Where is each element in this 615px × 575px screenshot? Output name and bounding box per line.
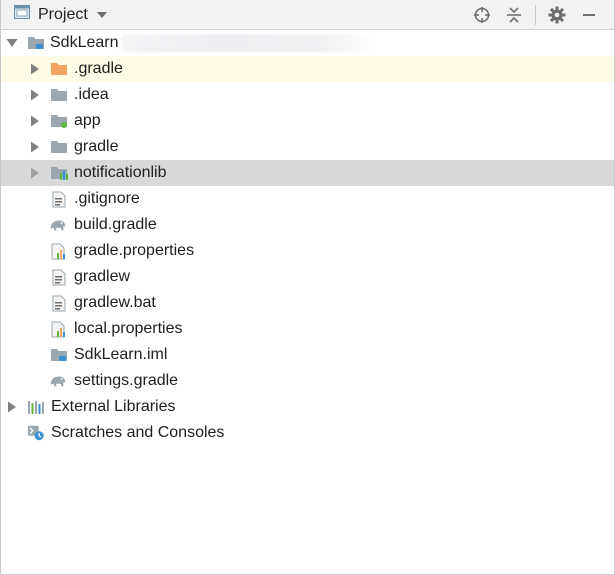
expand-down-icon[interactable] bbox=[6, 37, 18, 49]
expand-right-icon[interactable] bbox=[29, 167, 41, 179]
project-toolbar: Project bbox=[1, 0, 614, 30]
project-tool-window: Project SdkLearn .gradle .idea app gradl… bbox=[0, 0, 615, 575]
view-selector[interactable]: Project bbox=[14, 0, 108, 29]
properties-file-icon bbox=[50, 242, 68, 260]
tree-label: gradle.properties bbox=[74, 242, 195, 259]
gradle-elephant-icon bbox=[49, 216, 67, 234]
tree-label-root: SdkLearn bbox=[50, 34, 119, 51]
tree-label: .gitignore bbox=[74, 190, 140, 207]
folder-icon bbox=[50, 138, 68, 156]
gear-icon[interactable] bbox=[546, 4, 568, 26]
tree-row-sdklearn-iml[interactable]: SdkLearn.iml bbox=[1, 342, 614, 368]
tree-row-app[interactable]: app bbox=[1, 108, 614, 134]
tree-row-gradle-properties[interactable]: gradle.properties bbox=[1, 238, 614, 264]
tree-label: Scratches and Consoles bbox=[51, 424, 225, 441]
project-tree: SdkLearn .gradle .idea app gradle notifi… bbox=[1, 30, 614, 446]
tree-row-build-gradle[interactable]: build.gradle bbox=[1, 212, 614, 238]
tree-row-gradlew[interactable]: gradlew bbox=[1, 264, 614, 290]
collapse-all-icon[interactable] bbox=[503, 4, 525, 26]
tree-row-gradlew-bat[interactable]: gradlew.bat bbox=[1, 290, 614, 316]
tree-row-notificationlib[interactable]: notificationlib bbox=[1, 160, 614, 186]
tree-label: .idea bbox=[74, 86, 109, 103]
folder-orange-icon bbox=[50, 60, 68, 78]
tree-row-scratches[interactable]: Scratches and Consoles bbox=[1, 420, 614, 446]
tree-row-gitignore[interactable]: .gitignore bbox=[1, 186, 614, 212]
tree-row-local-properties[interactable]: local.properties bbox=[1, 316, 614, 342]
folder-icon bbox=[50, 86, 68, 104]
text-file-icon bbox=[50, 190, 68, 208]
project-folder-icon bbox=[27, 34, 45, 52]
tree-label: External Libraries bbox=[51, 398, 176, 415]
module-folder-icon bbox=[50, 112, 68, 130]
tree-label: gradle bbox=[74, 138, 119, 155]
expand-right-icon[interactable] bbox=[6, 401, 18, 413]
redacted-path bbox=[121, 34, 373, 52]
tree-label: .gradle bbox=[74, 60, 123, 77]
tree-row-external-libraries[interactable]: External Libraries bbox=[1, 394, 614, 420]
tree-label: gradlew.bat bbox=[74, 294, 156, 311]
tree-label: notificationlib bbox=[74, 164, 167, 181]
project-view-icon bbox=[14, 5, 30, 24]
tree-label: gradlew bbox=[74, 268, 131, 285]
expand-right-icon[interactable] bbox=[29, 141, 41, 153]
scratches-console-icon bbox=[27, 424, 45, 442]
expand-right-icon[interactable] bbox=[29, 89, 41, 101]
text-file-icon bbox=[50, 268, 68, 286]
tree-label: app bbox=[74, 112, 101, 129]
view-title: Project bbox=[38, 5, 88, 23]
tree-row-idea[interactable]: .idea bbox=[1, 82, 614, 108]
properties-file-icon bbox=[50, 320, 68, 338]
iml-module-file-icon bbox=[50, 346, 68, 364]
toolbar-separator bbox=[535, 4, 536, 25]
hide-icon[interactable] bbox=[578, 4, 600, 26]
library-module-folder-icon bbox=[50, 164, 68, 182]
tree-label: build.gradle bbox=[74, 216, 157, 233]
tree-row-settings-gradle[interactable]: settings.gradle bbox=[1, 368, 614, 394]
chevron-down-icon[interactable] bbox=[96, 6, 108, 24]
gradle-elephant-icon bbox=[49, 372, 67, 390]
target-icon[interactable] bbox=[471, 4, 493, 26]
tree-row-gradle[interactable]: gradle bbox=[1, 134, 614, 160]
tree-label: SdkLearn.iml bbox=[74, 346, 168, 363]
expand-right-icon[interactable] bbox=[29, 63, 41, 75]
tree-row-root[interactable]: SdkLearn bbox=[1, 30, 614, 56]
expand-right-icon[interactable] bbox=[29, 115, 41, 127]
text-file-icon bbox=[50, 294, 68, 312]
libraries-icon bbox=[27, 398, 45, 416]
tree-label: settings.gradle bbox=[74, 372, 179, 389]
tree-label: local.properties bbox=[74, 320, 183, 337]
tree-row-dot-gradle[interactable]: .gradle bbox=[1, 56, 614, 82]
